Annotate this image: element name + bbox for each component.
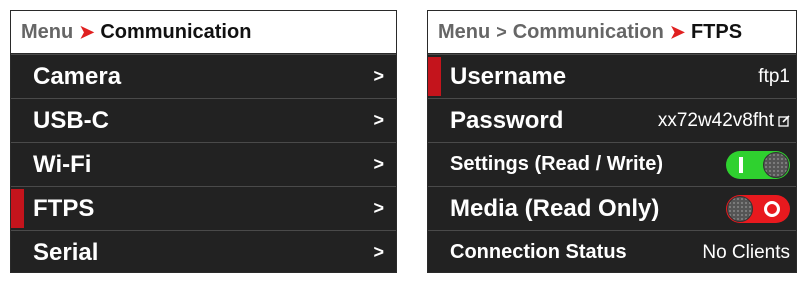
- menu-item-ftps[interactable]: FTPS >: [11, 186, 396, 230]
- breadcrumb-current: Communication: [100, 20, 252, 43]
- media-read-only-row[interactable]: Media (Read Only): [428, 186, 796, 230]
- connection-status-label: Connection Status: [450, 241, 627, 263]
- menu-item-label: Camera: [33, 62, 122, 90]
- ftps-settings-panel: Menu > Communication ➤ FTPS Username ftp…: [427, 10, 797, 273]
- menu-item-wi-fi[interactable]: Wi-Fi >: [11, 142, 396, 186]
- breadcrumb-root[interactable]: Menu: [21, 21, 73, 44]
- breadcrumb-separator-icon: ➤: [79, 21, 95, 42]
- settings-toggle[interactable]: [726, 150, 790, 179]
- toggle-on-mark-icon: [739, 156, 743, 173]
- chevron-right-icon: >: [373, 242, 384, 262]
- toggle-knob: [727, 195, 753, 222]
- connection-status-value: No Clients: [702, 241, 790, 263]
- username-row[interactable]: Username ftp1: [428, 54, 796, 98]
- media-label: Media (Read Only): [450, 194, 660, 222]
- menu-item-label: Wi-Fi: [33, 150, 92, 178]
- edit-icon[interactable]: [778, 114, 790, 127]
- password-value: xx72w42v8fht: [657, 109, 774, 131]
- breadcrumb-separator-icon: >: [496, 21, 507, 42]
- chevron-right-icon: >: [373, 66, 384, 86]
- settings-read-write-row[interactable]: Settings (Read / Write): [428, 142, 796, 186]
- breadcrumb: Menu > Communication ➤ FTPS: [428, 11, 796, 54]
- menu-item-label: USB-C: [33, 106, 109, 134]
- password-label: Password: [450, 106, 564, 134]
- menu-item-serial[interactable]: Serial >: [11, 230, 396, 272]
- settings-label: Settings (Read / Write): [450, 153, 663, 175]
- username-label: Username: [450, 62, 567, 90]
- breadcrumb-root[interactable]: Menu: [438, 21, 490, 44]
- menu-item-camera[interactable]: Camera >: [11, 54, 396, 98]
- menu-item-label: Serial: [33, 238, 99, 266]
- media-toggle[interactable]: [726, 194, 790, 223]
- breadcrumb: Menu ➤ Communication: [11, 11, 396, 54]
- toggle-off-mark-icon: [764, 200, 780, 217]
- menu-item-label: FTPS: [33, 194, 95, 222]
- menu-item-usb-c[interactable]: USB-C >: [11, 98, 396, 142]
- password-row[interactable]: Password xx72w42v8fht: [428, 98, 796, 142]
- username-value: ftp1: [758, 65, 790, 87]
- chevron-right-icon: >: [373, 110, 384, 130]
- breadcrumb-separator-icon: ➤: [669, 21, 685, 42]
- chevron-right-icon: >: [373, 198, 384, 218]
- chevron-right-icon: >: [373, 154, 384, 174]
- breadcrumb-current: FTPS: [690, 20, 743, 43]
- password-value-wrap: xx72w42v8fht: [658, 110, 790, 132]
- toggle-knob: [763, 151, 789, 178]
- communication-menu-panel: Menu ➤ Communication Camera > USB-C > Wi…: [10, 10, 397, 273]
- connection-status-row: Connection Status No Clients: [428, 230, 796, 272]
- breadcrumb-middle[interactable]: Communication: [513, 21, 664, 44]
